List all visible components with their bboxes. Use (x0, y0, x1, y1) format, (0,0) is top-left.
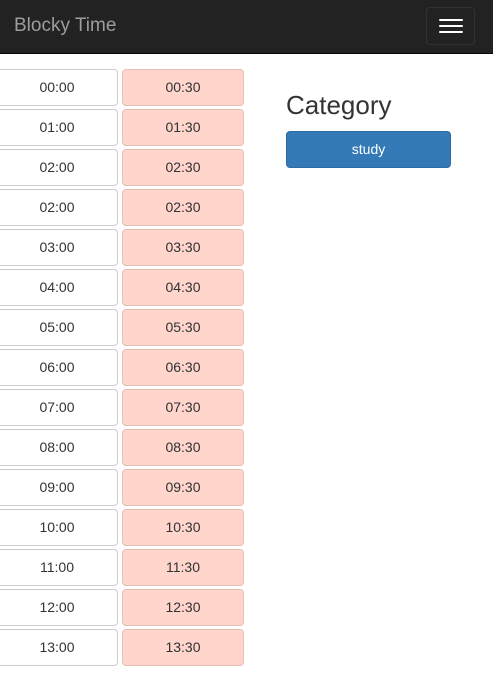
timeslot-half-hour-block[interactable]: 02:30 (122, 189, 244, 226)
timeslot-row: 04:00 04:30 (0, 269, 246, 306)
brand-title[interactable]: Blocky Time (14, 15, 116, 37)
timeslot-half-hour-block[interactable]: 08:30 (122, 429, 244, 466)
timeslot-half-hour-block[interactable]: 01:30 (122, 109, 244, 146)
timeslot-row: 11:00 11:30 (0, 549, 246, 586)
timeslot-half-hour-block[interactable]: 06:30 (122, 349, 244, 386)
timeslot-hour-block[interactable]: 07:00 (0, 389, 118, 426)
timeslot-half-hour-block[interactable]: 11:30 (122, 549, 244, 586)
hamburger-menu-icon (439, 25, 463, 27)
timeslot-half-hour-block[interactable]: 03:30 (122, 229, 244, 266)
timeslot-half-hour-block[interactable]: 10:30 (122, 509, 244, 546)
timeslot-hour-block[interactable]: 04:00 (0, 269, 118, 306)
timeslot-hour-block[interactable]: 01:00 (0, 109, 118, 146)
timeslot-hour-block[interactable]: 13:00 (0, 629, 118, 666)
navbar: Blocky Time (0, 0, 493, 54)
hamburger-menu-icon (439, 31, 463, 33)
timeslot-row: 06:00 06:30 (0, 349, 246, 386)
timeslot-hour-block[interactable]: 03:00 (0, 229, 118, 266)
timeslot-hour-block[interactable]: 10:00 (0, 509, 118, 546)
timeslot-hour-block[interactable]: 11:00 (0, 549, 118, 586)
timeslot-hour-block[interactable]: 00:00 (0, 69, 118, 106)
timeslot-row: 07:00 07:30 (0, 389, 246, 426)
timeslot-grid: 00:00 00:30 01:00 01:30 02:00 02:30 02:00 02:30… (0, 69, 246, 669)
timeslot-row: 03:00 03:30 (0, 229, 246, 266)
timeslot-row: 01:00 01:30 (0, 109, 246, 146)
timeslot-half-hour-block[interactable]: 02:30 (122, 149, 244, 186)
timeslot-half-hour-block[interactable]: 13:30 (122, 629, 244, 666)
timeslot-row: 13:00 13:30 (0, 629, 246, 666)
timeslot-hour-block[interactable]: 12:00 (0, 589, 118, 626)
timeslot-row: 00:00 00:30 (0, 69, 246, 106)
timeslot-row: 02:00 02:30 (0, 149, 246, 186)
navbar-toggle-button[interactable] (426, 7, 475, 45)
timeslot-half-hour-block[interactable]: 00:30 (122, 69, 244, 106)
timeslot-hour-block[interactable]: 08:00 (0, 429, 118, 466)
timeslot-half-hour-block[interactable]: 04:30 (122, 269, 244, 306)
category-study-button[interactable]: study (286, 131, 451, 168)
timeslot-hour-block[interactable]: 06:00 (0, 349, 118, 386)
timeslot-half-hour-block[interactable]: 12:30 (122, 589, 244, 626)
timeslot-hour-block[interactable]: 09:00 (0, 469, 118, 506)
timeslot-row: 08:00 08:30 (0, 429, 246, 466)
timeslot-row: 12:00 12:30 (0, 589, 246, 626)
timeslot-row: 09:00 09:30 (0, 469, 246, 506)
timeslot-hour-block[interactable]: 05:00 (0, 309, 118, 346)
timeslot-half-hour-block[interactable]: 07:30 (122, 389, 244, 426)
timeslot-row: 10:00 10:30 (0, 509, 246, 546)
category-heading: Category (286, 90, 392, 120)
timeslot-hour-block[interactable]: 02:00 (0, 189, 118, 226)
timeslot-half-hour-block[interactable]: 05:30 (122, 309, 244, 346)
timeslot-hour-block[interactable]: 02:00 (0, 149, 118, 186)
hamburger-menu-icon (439, 19, 463, 21)
timeslot-half-hour-block[interactable]: 09:30 (122, 469, 244, 506)
timeslot-row: 05:00 05:30 (0, 309, 246, 346)
timeslot-row: 02:00 02:30 (0, 189, 246, 226)
